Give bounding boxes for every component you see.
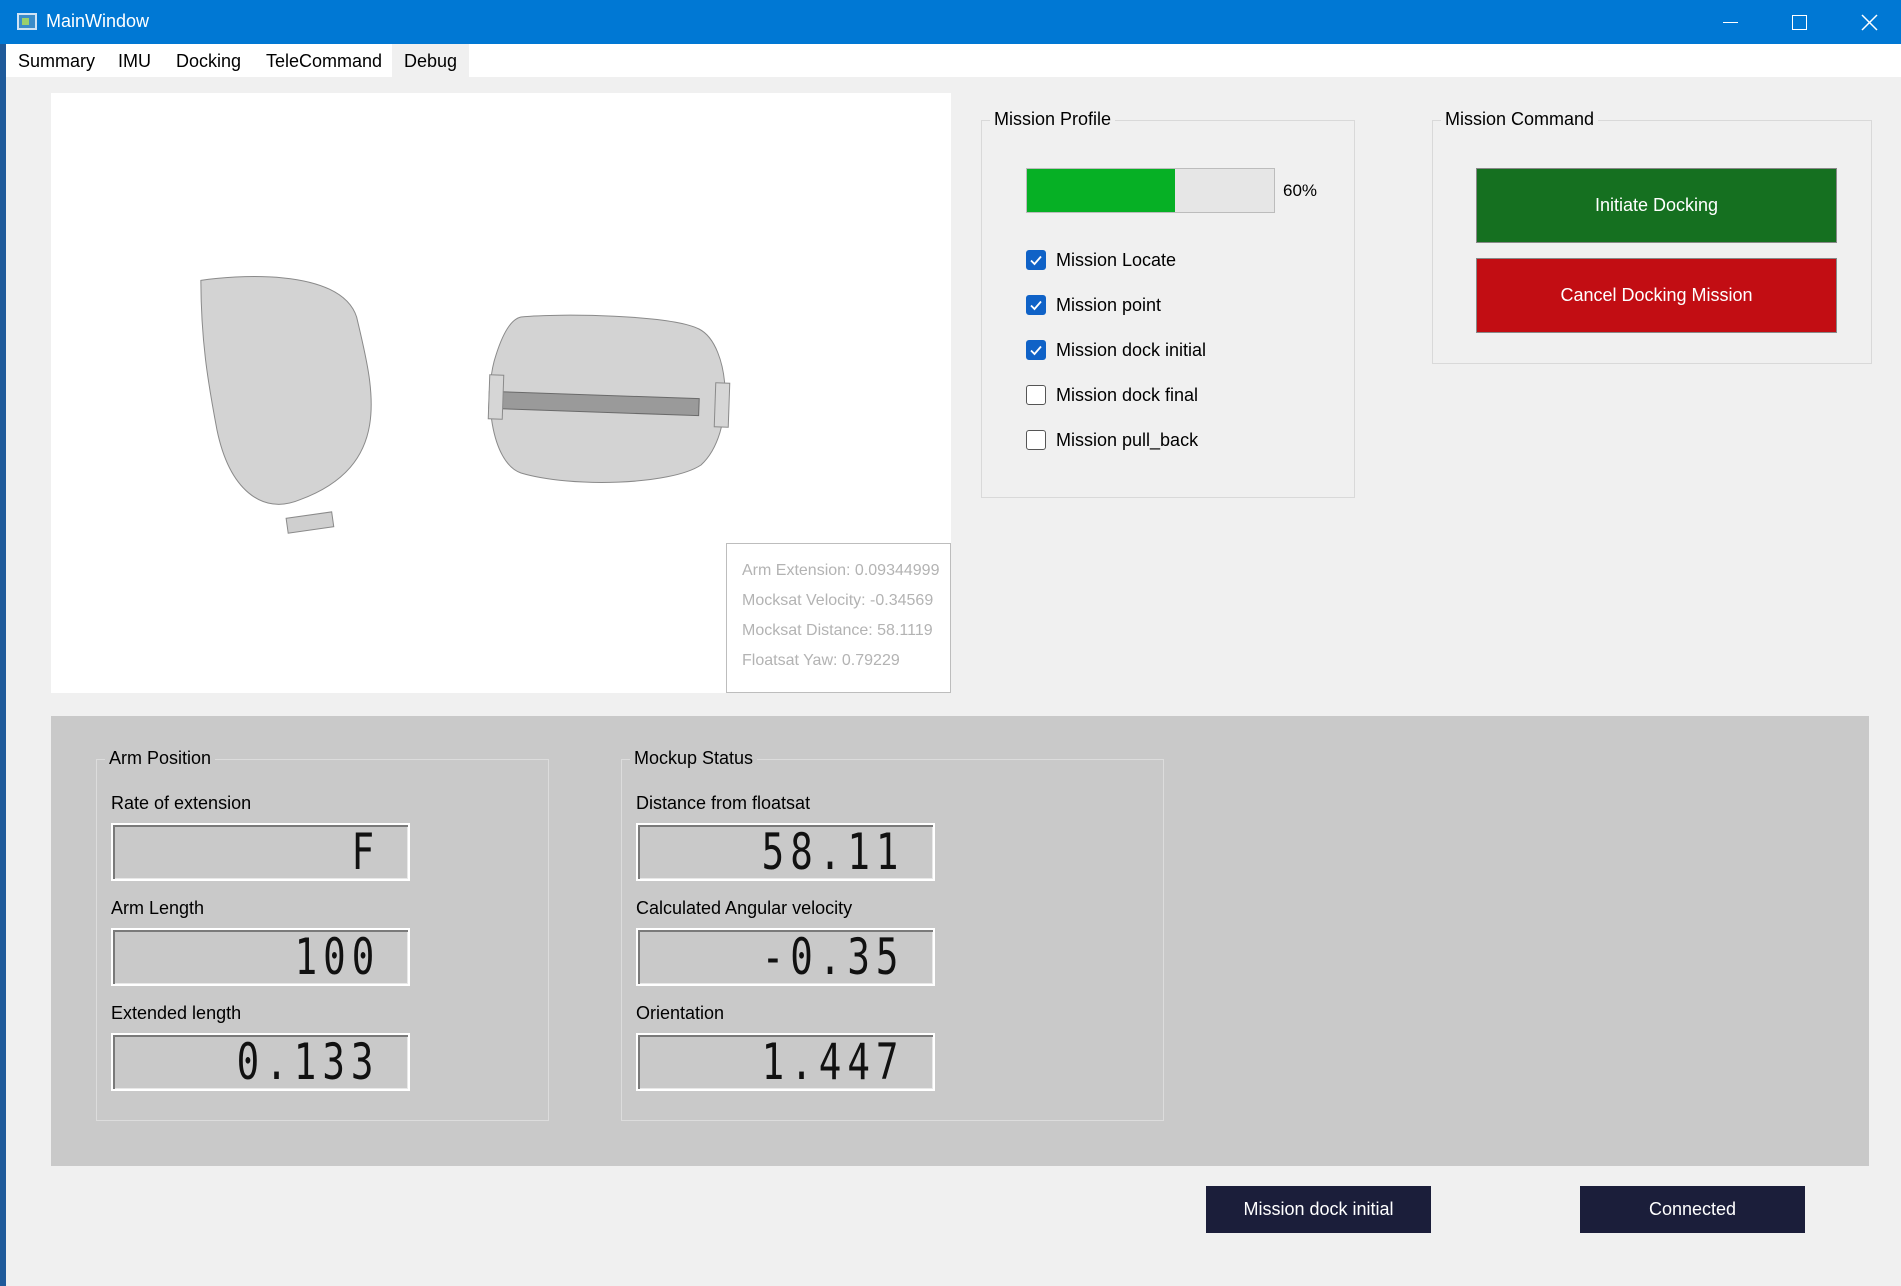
telemetry-overlay: Arm Extension: 0.09344999 Mocksat Veloci… xyxy=(726,543,951,693)
rate-of-extension-label: Rate of extension xyxy=(111,793,252,813)
close-button[interactable] xyxy=(1834,0,1901,44)
angular-velocity-display: -0.35 xyxy=(636,928,935,986)
overlay-floatsat-yaw: Floatsat Yaw: 0.79229 xyxy=(742,652,900,669)
maximize-icon xyxy=(1791,14,1807,30)
mission-command-title: Mission Command xyxy=(1441,109,1599,130)
menu-debug[interactable]: Debug xyxy=(392,44,470,77)
menu-docking[interactable]: Docking xyxy=(176,51,241,72)
orientation-value: 1.447 xyxy=(762,1033,905,1091)
check-icon xyxy=(1030,300,1042,311)
mission-profile-title: Mission Profile xyxy=(990,109,1116,130)
orientation-display: 1.447 xyxy=(636,1033,935,1091)
menu-telecommand[interactable]: TeleCommand xyxy=(266,51,382,72)
close-icon xyxy=(1860,13,1878,31)
checkbox-mission-locate[interactable]: Mission Locate xyxy=(1026,248,1176,272)
checkbox-unchecked-icon[interactable] xyxy=(1026,385,1046,405)
checkbox-mission-dock-initial[interactable]: Mission dock initial xyxy=(1026,338,1206,362)
connection-status-button[interactable]: Connected xyxy=(1580,1186,1805,1233)
checkbox-checked-icon[interactable] xyxy=(1026,295,1046,315)
arm-length-value: 100 xyxy=(294,928,380,986)
status-panel: Arm Position Rate of extension F Arm Len… xyxy=(51,716,1869,1166)
checkbox-label: Mission dock initial xyxy=(1056,339,1207,360)
arm-length-display: 100 xyxy=(111,928,410,986)
overlay-mocksat-velocity: Mocksat Velocity: -0.34569 xyxy=(742,592,934,609)
mission-progress-fill xyxy=(1027,169,1176,212)
checkbox-label: Mission pull_back xyxy=(1056,429,1199,450)
checkbox-checked-icon[interactable] xyxy=(1026,250,1046,270)
window-edge xyxy=(0,44,6,1286)
checkbox-label: Mission Locate xyxy=(1056,249,1177,270)
overlay-mocksat-distance: Mocksat Distance: 58.1119 xyxy=(742,622,933,639)
check-icon xyxy=(1030,345,1042,356)
docking-scene-view[interactable]: Arm Extension: 0.09344999 Mocksat Veloci… xyxy=(51,93,951,693)
angular-velocity-value: -0.35 xyxy=(762,928,905,986)
distance-display: 58.11 xyxy=(636,823,935,881)
checkbox-mission-dock-final[interactable]: Mission dock final xyxy=(1026,383,1198,407)
checkbox-label: Mission point xyxy=(1056,294,1162,315)
menu-bar: Summary IMU Docking TeleCommand Debug xyxy=(6,44,1901,77)
menu-summary[interactable]: Summary xyxy=(18,51,95,72)
mission-state-button[interactable]: Mission dock initial xyxy=(1206,1186,1431,1233)
title-bar: MainWindow xyxy=(0,0,1901,44)
window-title: MainWindow xyxy=(46,11,150,31)
checkbox-mission-pull-back[interactable]: Mission pull_back xyxy=(1026,428,1198,452)
distance-value: 58.11 xyxy=(762,823,905,881)
rate-of-extension-display: F xyxy=(111,823,410,881)
minimize-icon xyxy=(1722,21,1738,23)
arm-position-title: Arm Position xyxy=(105,748,216,769)
arm-length-label: Arm Length xyxy=(111,898,205,918)
checkbox-unchecked-icon[interactable] xyxy=(1026,430,1046,450)
overlay-arm-extension: Arm Extension: 0.09344999 xyxy=(742,562,940,579)
extended-length-value: 0.133 xyxy=(237,1033,380,1091)
menu-imu[interactable]: IMU xyxy=(118,51,151,72)
mission-progress-label: 60% xyxy=(1283,181,1318,200)
app-icon xyxy=(17,13,37,30)
distance-label: Distance from floatsat xyxy=(636,793,811,813)
mockup-status-title: Mockup Status xyxy=(630,748,758,769)
cancel-docking-button[interactable]: Cancel Docking Mission xyxy=(1476,258,1837,333)
extended-length-display: 0.133 xyxy=(111,1033,410,1091)
angular-velocity-label: Calculated Angular velocity xyxy=(636,898,853,918)
checkbox-mission-point[interactable]: Mission point xyxy=(1026,293,1161,317)
orientation-label: Orientation xyxy=(636,1003,725,1023)
minimize-button[interactable] xyxy=(1695,0,1765,44)
initiate-docking-button[interactable]: Initiate Docking xyxy=(1476,168,1837,243)
checkbox-checked-icon[interactable] xyxy=(1026,340,1046,360)
rate-of-extension-value: F xyxy=(351,823,380,881)
checkbox-label: Mission dock final xyxy=(1056,384,1199,405)
maximize-button[interactable] xyxy=(1764,0,1834,44)
mission-progress-bar xyxy=(1026,168,1275,213)
floatsat-shape xyxy=(200,276,372,534)
check-icon xyxy=(1030,255,1042,266)
mocksat-shape xyxy=(487,314,731,483)
extended-length-label: Extended length xyxy=(111,1003,242,1023)
